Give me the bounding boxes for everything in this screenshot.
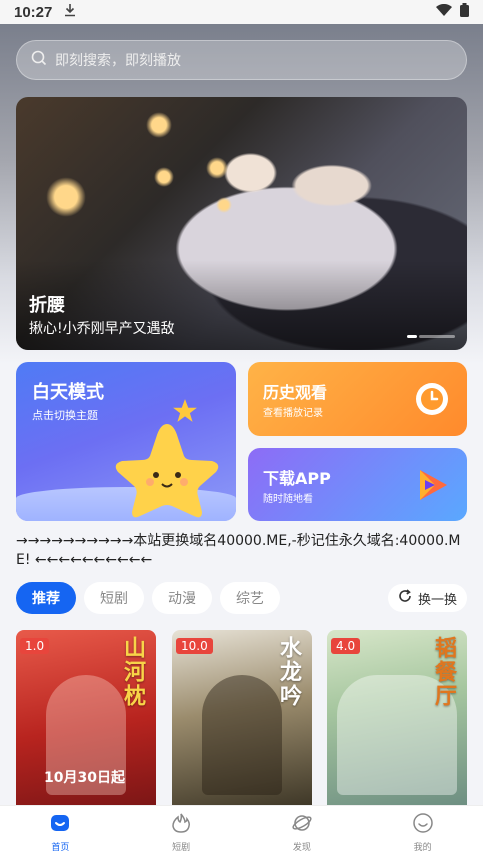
domain-notice: →→→→→→→→→→本站更换域名40000.ME,-秒记住永久域名:40000.… xyxy=(16,533,461,568)
download-subtitle: 随时随地看 xyxy=(263,494,313,505)
featured-banner[interactable]: 折腰 揪心!小乔刚早产又遇敌 xyxy=(16,97,467,350)
category-tabs: 推荐 短剧 动漫 综艺 xyxy=(16,582,280,614)
banner-subtitle: 揪心!小乔刚早产又遇敌 xyxy=(29,321,175,337)
wifi-icon xyxy=(436,3,452,20)
smile-icon xyxy=(412,812,434,837)
status-bar: 10:27 xyxy=(0,0,483,24)
nav-short-drama-label: 短剧 xyxy=(172,843,191,853)
poster-title: 韬餐厅 xyxy=(431,636,456,708)
tab-short-drama[interactable]: 短剧 xyxy=(84,582,144,614)
status-time: 10:27 xyxy=(14,3,53,21)
poster-card[interactable]: 10.0 水龙吟 xyxy=(172,630,312,805)
nav-home[interactable]: 首页 xyxy=(0,806,121,859)
poster-card[interactable]: 4.0 韬餐厅 xyxy=(327,630,467,805)
poster-card[interactable]: 1.0 山河枕 10月30日起 xyxy=(16,630,156,805)
history-card[interactable]: 历史观看 查看播放记录 xyxy=(248,362,467,436)
search-placeholder: 即刻搜索，即刻播放 xyxy=(55,53,181,69)
refresh-button[interactable]: 换一换 xyxy=(387,584,467,612)
score-badge: 10.0 xyxy=(176,638,213,654)
play-icon xyxy=(417,468,449,506)
banner-lantern xyxy=(154,167,174,187)
banner-dot-active xyxy=(407,335,417,338)
banner-lantern xyxy=(216,197,232,213)
poster-figure xyxy=(202,675,282,795)
day-mode-card[interactable]: 白天模式 点击切换主题 xyxy=(16,362,236,521)
clock-icon xyxy=(415,382,449,420)
search-icon xyxy=(31,50,55,70)
refresh-icon xyxy=(398,589,412,607)
download-app-card[interactable]: 下载APP 随时随地看 xyxy=(248,448,467,521)
history-title: 历史观看 xyxy=(263,383,328,402)
star-mascot-icon xyxy=(112,420,222,521)
banner-dot xyxy=(419,335,455,338)
score-badge: 1.0 xyxy=(20,638,50,654)
bottom-nav: 首页 短剧 发现 我的 xyxy=(0,805,483,859)
banner-pagination xyxy=(407,335,455,338)
poster-title: 水龙吟 xyxy=(276,636,301,708)
banner-lantern xyxy=(46,177,86,217)
tab-variety[interactable]: 综艺 xyxy=(220,582,280,614)
home-icon xyxy=(49,812,71,837)
tab-recommend[interactable]: 推荐 xyxy=(16,582,76,614)
nav-home-label: 首页 xyxy=(51,843,70,853)
day-mode-subtitle: 点击切换主题 xyxy=(32,409,98,422)
nav-discover[interactable]: 发现 xyxy=(242,806,363,859)
nav-mine-label: 我的 xyxy=(413,843,432,853)
download-title: 下载APP xyxy=(263,469,331,488)
tab-anime[interactable]: 动漫 xyxy=(152,582,212,614)
nav-mine[interactable]: 我的 xyxy=(362,806,483,859)
poster-date: 10月30日起 xyxy=(44,770,125,786)
banner-lantern xyxy=(146,112,172,138)
banner-lantern xyxy=(206,157,228,179)
download-notification-icon xyxy=(64,3,76,21)
refresh-label: 换一换 xyxy=(417,592,457,608)
day-mode-title: 白天模式 xyxy=(32,382,104,403)
flame-icon xyxy=(170,812,192,837)
battery-icon xyxy=(460,3,469,21)
history-subtitle: 查看播放记录 xyxy=(263,408,323,419)
search-input[interactable]: 即刻搜索，即刻播放 xyxy=(16,40,467,80)
nav-discover-label: 发现 xyxy=(292,843,311,853)
score-badge: 4.0 xyxy=(331,638,361,654)
banner-title: 折腰 xyxy=(29,295,65,316)
nav-short-drama[interactable]: 短剧 xyxy=(121,806,242,859)
poster-title: 山河枕 xyxy=(120,636,145,708)
planet-icon xyxy=(291,812,313,837)
